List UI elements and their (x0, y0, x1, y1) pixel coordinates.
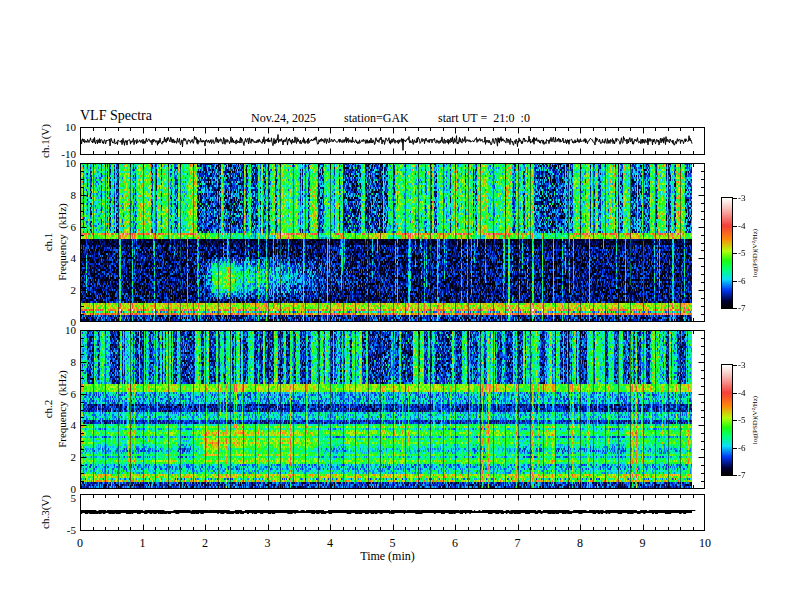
cbar2-tick--4: -4 (738, 388, 760, 399)
ch1v-ytick-10: 10 (38, 121, 76, 134)
ch1-waveform-canvas (80, 127, 705, 155)
x-tick-9: 9 (628, 536, 658, 550)
spec1-ytick-8: 8 (38, 189, 76, 202)
x-tick-8: 8 (565, 536, 595, 550)
spec2-ytick-2: 2 (38, 451, 76, 464)
ch3-waveform-canvas (80, 494, 705, 531)
x-tick-1: 1 (128, 536, 158, 550)
page-title: VLF Spectra (80, 108, 152, 124)
x-axis-title: Time (min) (325, 549, 450, 564)
cbar1-tick--3: -3 (738, 193, 760, 204)
cbar2-tick--5: -5 (738, 415, 760, 426)
cbar1-tick--7: -7 (738, 303, 760, 314)
x-tick-10: 10 (690, 536, 720, 550)
cbar2-tick--6: -6 (738, 443, 760, 454)
ch2-spectrogram-canvas (80, 330, 705, 489)
x-tick-4: 4 (315, 536, 345, 550)
cbar2-tick--3: -3 (738, 360, 760, 371)
title-date: Nov.24, 2025 (251, 111, 316, 126)
cbar2-tick--7: -7 (738, 470, 760, 481)
title-start-ut: start UT = 21:0 :0 (438, 111, 530, 126)
spec1-ytick-6: 6 (38, 221, 76, 234)
x-tick-7: 7 (503, 536, 533, 550)
spec1-ytick-10: 10 (38, 157, 76, 170)
spec2-ytick-6: 6 (38, 388, 76, 401)
spec1-ytick-0: 0 (38, 316, 76, 329)
cbar1-tick--6: -6 (738, 276, 760, 287)
spec2-ytick-4: 4 (38, 419, 76, 432)
spec2-ytick-8: 8 (38, 356, 76, 369)
x-tick-3: 3 (253, 536, 283, 550)
colorbar-ch1 (721, 196, 739, 310)
x-tick-2: 2 (190, 536, 220, 550)
vlf-spectra-figure: VLF Spectra Nov.24, 2025 station=GAK sta… (0, 0, 792, 612)
colorbar-ch2 (721, 363, 739, 477)
ch3v-ytick-5: 5 (38, 492, 76, 505)
cbar1-tick--5: -5 (738, 248, 760, 259)
x-tick-5: 5 (378, 536, 408, 550)
x-tick-6: 6 (440, 536, 470, 550)
spec1-ytick-4: 4 (38, 252, 76, 265)
ch2-frequency-axis-label: ch.2 Frequency (kHz) (42, 370, 70, 448)
title-station: station=GAK (344, 111, 409, 126)
ch1-frequency-axis-label: ch.1 Frequency (kHz) (42, 203, 70, 281)
spec1-ytick-2: 2 (38, 284, 76, 297)
cbar1-tick--4: -4 (738, 221, 760, 232)
ch1-spectrogram-canvas (80, 163, 705, 322)
x-tick-0: 0 (65, 536, 95, 550)
